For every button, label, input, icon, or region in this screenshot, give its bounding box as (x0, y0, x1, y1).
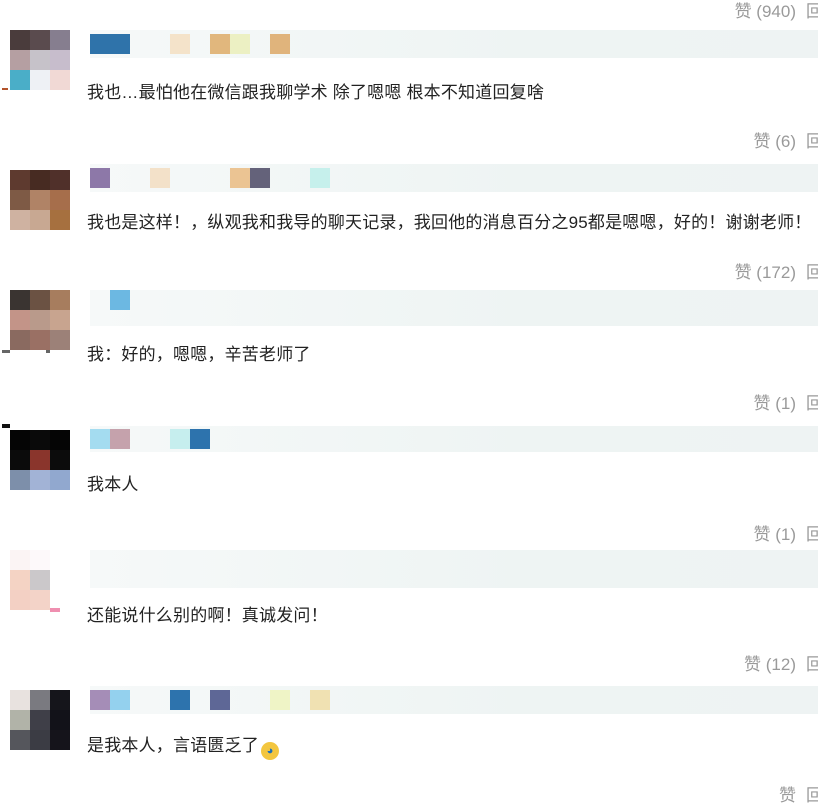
comment-text: 我：好的，嗯嗯，辛苦老师了 (87, 343, 311, 367)
like-button[interactable]: 赞 (1) (754, 520, 797, 545)
avatar[interactable] (10, 430, 70, 490)
comment-text: 是我本人，言语匮乏了◕ (87, 734, 279, 758)
reply-button[interactable]: 回 (806, 650, 818, 675)
like-button[interactable]: 赞 (1) (754, 389, 797, 414)
username-placeholder[interactable] (90, 30, 818, 58)
loudly-crying-face-icon: ◕ (261, 742, 279, 760)
like-reply-row: 赞 (6) 回 (754, 128, 818, 150)
username-placeholder[interactable] (90, 290, 818, 326)
avatar[interactable] (10, 170, 70, 230)
avatar[interactable] (10, 690, 70, 750)
username-placeholder[interactable] (90, 164, 818, 192)
comment-text: 我也是这样！，纵观我和我导的聊天记录，我回他的消息百分之95都是嗯嗯，好的！谢谢… (87, 211, 812, 235)
comment-item: 我也是这样！，纵观我和我导的聊天记录，我回他的消息百分之95都是嗯嗯，好的！谢谢… (0, 160, 818, 291)
like-reply-row: 赞 (1) 回 (754, 390, 818, 412)
comment-text: 还能说什么别的啊！真诚发问！ (87, 604, 328, 628)
like-reply-row: 赞 回 (779, 782, 818, 804)
avatar[interactable] (10, 290, 70, 350)
comment-item: 还能说什么别的啊！真诚发问！ 赞 (12) 回 (0, 550, 818, 681)
comment-item: 我本人 赞 (1) 回 (0, 420, 818, 551)
like-button[interactable]: 赞 (172) (735, 258, 796, 283)
comment-text: 我本人 (87, 473, 139, 497)
comment-item: 是我本人，言语匮乏了◕ 赞 回 (0, 680, 818, 811)
comment-item: 我也…最怕他在微信跟我聊学术 除了嗯嗯 根本不知道回复啥 赞 (6) 回 (0, 30, 818, 161)
comment-text: 我也…最怕他在微信跟我聊学术 除了嗯嗯 根本不知道回复啥 (87, 81, 544, 105)
like-button[interactable]: 赞 (940) (735, 0, 796, 22)
like-button[interactable]: 赞 (12) (744, 650, 796, 675)
comment-item: 我：好的，嗯嗯，辛苦老师了 赞 (1) 回 (0, 290, 818, 421)
reply-button[interactable]: 回 (806, 781, 818, 806)
like-reply-row: 赞 (12) 回 (744, 651, 818, 673)
like-reply-row: 赞 (172) 回 (735, 259, 818, 281)
like-button[interactable]: 赞 (6) (754, 127, 797, 152)
reply-button[interactable]: 回 (806, 520, 818, 545)
avatar[interactable] (10, 550, 70, 610)
top-like-reply-row: 赞 (940) 回 (735, 0, 818, 20)
username-placeholder[interactable] (90, 426, 818, 452)
username-placeholder[interactable] (90, 550, 818, 588)
reply-button[interactable]: 回 (806, 0, 818, 22)
reply-button[interactable]: 回 (806, 127, 818, 152)
username-placeholder[interactable] (90, 686, 818, 714)
like-reply-row: 赞 (1) 回 (754, 521, 818, 543)
reply-button[interactable]: 回 (806, 258, 818, 283)
like-button[interactable]: 赞 (779, 781, 796, 806)
comment-text-content: 是我本人，言语匮乏了 (87, 736, 259, 755)
reply-button[interactable]: 回 (806, 389, 818, 414)
avatar[interactable] (10, 30, 70, 90)
